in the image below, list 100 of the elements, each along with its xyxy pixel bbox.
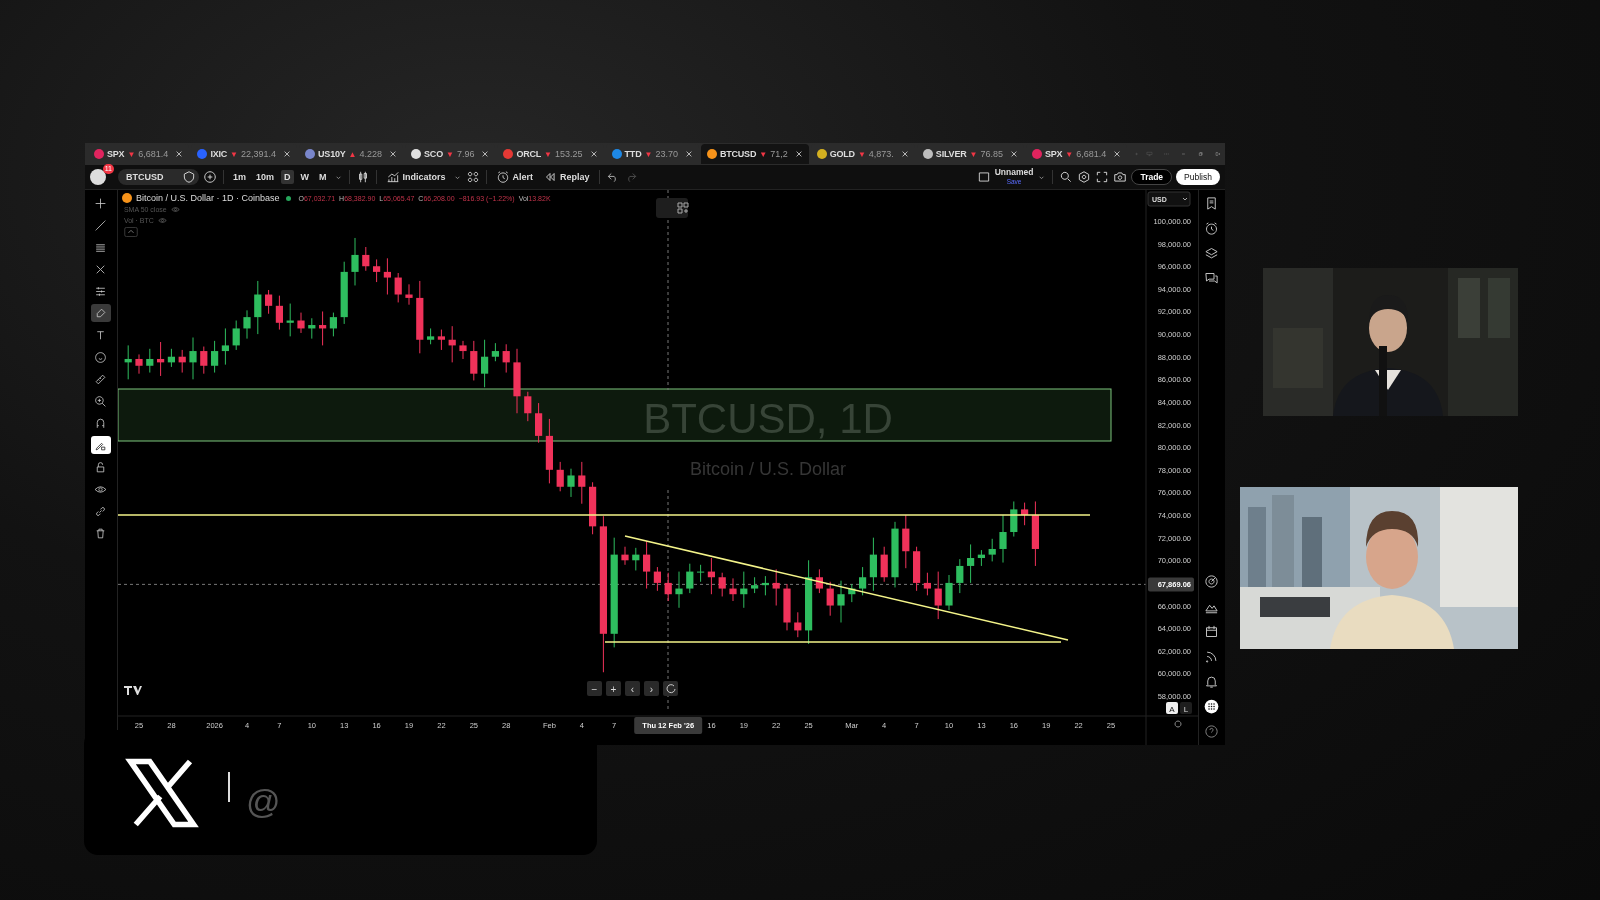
avatar[interactable] — [90, 169, 106, 185]
chart-nav-button[interactable] — [643, 681, 659, 696]
close-icon[interactable] — [481, 150, 490, 158]
alert-button[interactable]: Alert — [492, 170, 537, 184]
candle — [880, 546, 888, 583]
shield-icon[interactable] — [182, 170, 196, 184]
candle — [146, 348, 154, 374]
candle — [750, 576, 759, 594]
close-icon[interactable] — [283, 150, 292, 158]
candle — [297, 312, 305, 334]
candle — [588, 481, 597, 535]
layout-name[interactable]: Unnamed — [994, 168, 1034, 177]
close-icon[interactable] — [1113, 150, 1122, 158]
layout-icon[interactable] — [976, 170, 991, 184]
candle — [243, 309, 251, 340]
help-icon[interactable] — [1204, 724, 1220, 739]
candle — [966, 543, 975, 584]
trend-line[interactable] — [624, 535, 1069, 641]
bell-icon[interactable] — [1204, 674, 1220, 689]
alarm-clock-icon[interactable] — [1204, 221, 1220, 236]
symbol-tab[interactable]: BTCUSD ▼ 71,2 — [700, 144, 809, 164]
calendar-icon[interactable] — [1204, 624, 1220, 639]
tab-symbol: GOLD — [829, 149, 855, 159]
publish-button[interactable]: Publish — [1176, 169, 1220, 185]
tab-symbol: SCO — [424, 149, 443, 159]
candle — [318, 311, 327, 346]
interval-button[interactable]: W — [297, 170, 313, 184]
candle — [351, 237, 359, 286]
interval-button[interactable]: 1m — [230, 170, 249, 184]
candle — [178, 349, 186, 374]
chart-title: Bitcoin / U.S. Dollar · 1D · Coinbase — [135, 193, 280, 203]
candle — [696, 564, 705, 583]
pencil-lock-tool-icon[interactable] — [90, 436, 111, 454]
chat-icon[interactable] — [1204, 271, 1220, 286]
indicators-button[interactable]: Indicators — [382, 170, 449, 184]
candle — [902, 514, 910, 569]
text-cursor — [228, 771, 230, 802]
symbol-search-field[interactable]: BTCUSD — [118, 169, 199, 185]
rectangle-zone[interactable] — [117, 388, 1112, 442]
search-icon[interactable] — [1059, 170, 1074, 184]
candle — [1010, 501, 1018, 538]
tab-price: 23.70 — [655, 149, 678, 159]
candle — [740, 571, 748, 609]
replay-button[interactable]: Replay — [540, 170, 593, 184]
candle — [135, 353, 143, 375]
candle — [837, 580, 845, 623]
interval-button[interactable]: D — [281, 170, 294, 184]
tab-symbol: IXIC — [210, 149, 228, 159]
close-icon[interactable] — [389, 150, 398, 158]
layers-icon[interactable] — [1204, 246, 1220, 261]
close-icon[interactable] — [900, 150, 909, 158]
nav-symbol: ‹ — [630, 684, 635, 695]
candle — [999, 514, 1007, 564]
candle — [308, 317, 316, 340]
candle — [124, 344, 132, 380]
candle — [340, 261, 348, 325]
brush-tool-icon[interactable] — [90, 304, 111, 322]
candle — [772, 568, 780, 606]
candle — [977, 549, 985, 567]
tab-price: 71,2 — [770, 149, 788, 159]
nav-symbol: + — [610, 684, 617, 695]
interval-button[interactable]: 10m — [253, 170, 278, 184]
candle — [632, 547, 640, 571]
close-icon[interactable] — [684, 150, 693, 158]
close-icon[interactable] — [1009, 150, 1018, 158]
candle — [232, 320, 240, 351]
chart-nav-button[interactable] — [624, 681, 640, 696]
fullscreen-icon[interactable] — [1095, 170, 1110, 184]
layout-grid-button[interactable] — [655, 198, 689, 218]
interval-button[interactable]: M — [316, 170, 330, 184]
candle — [923, 572, 931, 596]
candle — [167, 348, 175, 368]
chart-icon — [385, 170, 400, 184]
candle — [189, 337, 197, 380]
trade-button[interactable]: Trade — [1131, 169, 1173, 185]
candle — [664, 572, 672, 602]
reset-button[interactable] — [662, 681, 678, 696]
candle — [534, 402, 543, 444]
add-icon[interactable] — [203, 170, 217, 184]
templates-icon[interactable] — [465, 170, 480, 184]
tab-price: 6,681.4 — [138, 149, 169, 159]
candle — [156, 341, 165, 377]
close-icon[interactable] — [175, 150, 184, 158]
tab-price: 76.85 — [980, 149, 1003, 159]
change-arrow: ▼ — [969, 149, 978, 159]
camera-icon[interactable] — [1113, 170, 1128, 184]
alarm-clock-icon — [495, 170, 510, 184]
candle — [372, 258, 381, 283]
candle — [524, 391, 532, 422]
target-icon[interactable] — [1204, 574, 1220, 589]
candle — [718, 572, 726, 597]
close-icon[interactable] — [794, 150, 803, 158]
candle — [578, 461, 586, 505]
chart-nav-button[interactable] — [605, 681, 621, 696]
apps-icon[interactable] — [1204, 699, 1220, 714]
candle — [729, 577, 737, 602]
bitcoin-icon — [121, 193, 132, 203]
candle — [286, 303, 294, 337]
close-icon[interactable] — [589, 150, 598, 158]
candle — [362, 246, 370, 272]
